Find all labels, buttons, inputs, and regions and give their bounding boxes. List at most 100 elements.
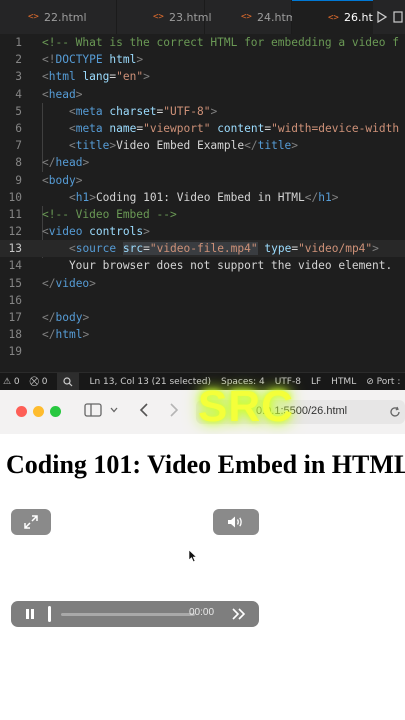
browser-toolbar: 0.0.1:5500/26.html SRC [0, 382, 405, 435]
progress-thumb[interactable] [48, 606, 51, 622]
close-window-button[interactable] [16, 406, 27, 417]
code-text: <meta name="viewport" content="width=dev… [42, 120, 399, 137]
code-line[interactable]: 18 </html> [0, 326, 405, 343]
port-status[interactable]: ⊘ Port : [366, 377, 400, 387]
code-token: body [48, 173, 76, 187]
code-line[interactable]: 2 <!DOCTYPE html> [0, 51, 405, 68]
progress-track[interactable] [61, 613, 195, 616]
fullscreen-button[interactable] [11, 509, 51, 535]
split-editor-icon[interactable] [393, 11, 403, 23]
expand-icon [24, 515, 38, 529]
code-token: "video-file.mp4" [149, 242, 258, 256]
html-file-icon: <> [328, 12, 339, 23]
editor-tab-bar: <>22.html<>23.html<>24.html<>26.html✕ [0, 0, 405, 34]
code-line[interactable]: 9 <body> [0, 172, 405, 189]
code-token: Coding 101: Video Embed in HTML [95, 190, 305, 204]
pause-icon[interactable] [24, 608, 36, 620]
line-number: 1 [15, 36, 22, 49]
code-token: = [143, 242, 150, 256]
code-line[interactable]: 14 Your browser does not support the vid… [0, 257, 405, 274]
cursor-position[interactable]: Ln 13, Col 13 (21 selected) [89, 377, 211, 387]
code-token: h1 [318, 190, 332, 204]
zoom-window-button[interactable] [50, 406, 61, 417]
line-number: 3 [15, 70, 22, 84]
code-token: </ [42, 311, 56, 324]
code-token: src [122, 242, 144, 256]
code-token: lang [75, 70, 110, 84]
skip-forward-icon[interactable] [232, 608, 246, 620]
code-token: source [75, 242, 117, 256]
code-line[interactable]: 15 </video> [0, 275, 405, 292]
reload-icon[interactable] [389, 406, 401, 418]
code-token: > [143, 225, 150, 239]
html-file-icon: <> [28, 12, 39, 22]
code-line[interactable]: 3 <html lang="en"> [0, 68, 405, 85]
code-line[interactable]: 5 <meta charset="UTF-8"> [0, 103, 405, 120]
code-token: "viewport" [143, 121, 211, 135]
code-text: <source src="video-file.mp4" type="video… [42, 240, 379, 257]
tab-24-html[interactable]: <> 24.html [205, 0, 300, 34]
code-token: <!-- What is the correct HTML for embedd… [42, 36, 399, 49]
code-token: "video/mp4" [298, 242, 373, 256]
code-token: h1 [75, 190, 90, 204]
code-line[interactable]: 7 <title>Video Embed Example</title> [0, 137, 405, 154]
code-token: video [55, 276, 90, 290]
run-icon[interactable] [377, 11, 387, 23]
code-line[interactable]: 16 [0, 292, 405, 309]
warnings-count[interactable]: ⛒ 0 [30, 377, 48, 387]
code-token: < [68, 190, 76, 204]
code-token: <! [42, 53, 56, 67]
code-token: </ [304, 190, 319, 204]
errors-count[interactable]: ⚠ 0 [3, 377, 20, 387]
code-token: < [68, 104, 76, 118]
browser-window: 0.0.1:5500/26.html SRC Coding 101: Video… [0, 382, 405, 720]
code-token: head [48, 87, 76, 101]
line-ending[interactable]: LF [311, 377, 321, 387]
code-area[interactable]: 1 <!-- What is the correct HTML for embed… [0, 34, 405, 361]
back-icon[interactable] [139, 402, 149, 418]
code-line[interactable]: 17 </body> [0, 309, 405, 326]
minimize-window-button[interactable] [33, 406, 44, 417]
volume-button[interactable] [213, 509, 259, 535]
code-line[interactable]: 19 [0, 343, 405, 360]
code-token: > [89, 190, 96, 204]
code-line[interactable]: 8 </head> [0, 154, 405, 171]
sidebar-icon[interactable] [84, 402, 102, 418]
code-token: html [102, 53, 137, 67]
code-line[interactable]: 6 <meta name="viewport" content="width=d… [0, 120, 405, 137]
tab-22-html[interactable]: <> 22.html [0, 0, 117, 34]
code-token: < [68, 121, 76, 135]
code-line[interactable]: 4 <head> [0, 86, 405, 103]
line-number: 16 [8, 293, 22, 307]
code-text: <video controls> [42, 223, 150, 240]
code-token: meta [75, 104, 103, 118]
code-text: <!-- Video Embed --> [42, 206, 177, 223]
code-line[interactable]: 11 <!-- Video Embed --> [0, 206, 405, 223]
line-number: 2 [15, 53, 22, 67]
forward-icon[interactable] [169, 402, 179, 418]
zoom-icon[interactable] [57, 373, 80, 390]
mouse-pointer-icon [188, 549, 197, 563]
page-heading: Coding 101: Video Embed in HTML [6, 450, 405, 479]
code-token: head [55, 156, 83, 170]
code-text: <title>Video Embed Example</title> [42, 137, 298, 154]
code-token: type [257, 242, 292, 256]
line-number: 9 [15, 173, 22, 187]
code-token: Your browser does not support the video … [42, 259, 393, 273]
code-token: < [42, 173, 49, 187]
tab-23-html[interactable]: <> 23.html [117, 0, 212, 34]
code-token: </ [42, 276, 56, 290]
chevron-down-icon[interactable] [110, 406, 118, 414]
code-token: < [68, 242, 76, 256]
code-line[interactable]: 12 <video controls> [0, 223, 405, 240]
code-line[interactable]: 1 <!-- What is the correct HTML for embed… [0, 34, 405, 51]
language-mode[interactable]: HTML [331, 377, 356, 387]
code-token: "width=device-width [271, 121, 400, 135]
code-token: video [48, 225, 83, 239]
code-token: > [143, 70, 150, 84]
code-line[interactable]: 13 <source src="video-file.mp4" type="vi… [0, 240, 405, 258]
code-text: <!DOCTYPE html> [42, 51, 143, 68]
code-line[interactable]: 10 <h1>Coding 101: Video Embed in HTML</… [0, 189, 405, 206]
